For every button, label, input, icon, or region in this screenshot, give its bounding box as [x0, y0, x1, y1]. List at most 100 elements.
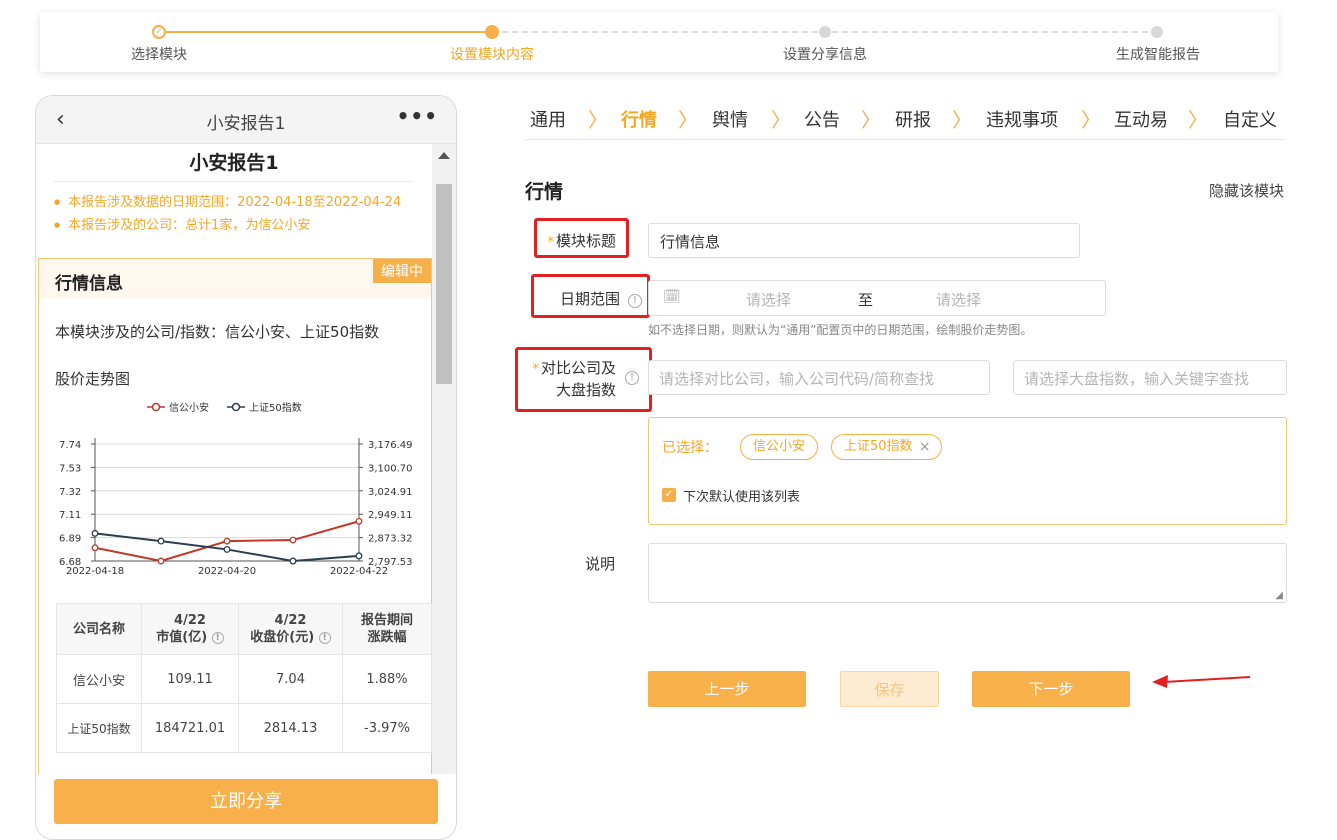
market-index-input[interactable]: 请选择大盘指数，输入关键字查找 [1013, 360, 1287, 395]
next-step-button[interactable]: 下一步 [972, 671, 1130, 707]
divider [54, 181, 414, 182]
resize-handle-icon[interactable]: ◢ [1275, 590, 1283, 601]
legend-marker [151, 402, 161, 412]
data-point [289, 557, 297, 565]
section-title: 行情 [525, 181, 564, 203]
module-header: 行情信息 编辑中 [39, 259, 431, 299]
table-row: 上证50指数 184721.01 2814.13 -3.97% [56, 703, 432, 753]
step-connector-done [158, 31, 492, 33]
phone-nav-title: 小安报告1 [206, 114, 286, 134]
scroll-up-arrow-icon[interactable] [438, 152, 450, 159]
cell-change: 1.88% [342, 654, 432, 704]
tab-custom[interactable]: 自定义 [1223, 106, 1277, 132]
x-tick-label: 2022-04-18 [66, 566, 124, 577]
legend-label: 信公小安 [169, 401, 209, 414]
x-tick-label: 2022-04-20 [198, 566, 256, 577]
y-left-tick-label: 7.53 [59, 463, 81, 474]
tab-market[interactable]: 行情 [621, 106, 657, 132]
chevron-right-icon: 〉 [861, 108, 881, 132]
report-date-range-note: 本报告涉及数据的日期范围：2022-04-18至2022-04-24 [54, 191, 401, 210]
chevron-right-icon: 〉 [678, 108, 698, 132]
legend-label: 上证50指数 [249, 401, 302, 414]
cell-market-cap: 109.11 [141, 654, 239, 704]
tab-general[interactable]: 通用 [530, 106, 566, 132]
tab-sentiment[interactable]: 舆情 [712, 106, 748, 132]
step-todo-dot [1151, 26, 1163, 38]
tab-violations[interactable]: 违规事项 [986, 106, 1058, 132]
market-module-card[interactable]: 行情信息 编辑中 本模块涉及的公司/指数：信公小安、上证50指数 股价走势图 信… [38, 258, 432, 774]
step-todo-dot [819, 26, 831, 38]
chevron-right-icon: 〉 [1188, 108, 1208, 132]
info-icon[interactable]: ! [318, 632, 331, 644]
data-point [289, 536, 297, 544]
phone-preview: ‹ 小安报告1 ••• 小安报告1 本报告涉及数据的日期范围：2022-04-1… [35, 95, 457, 840]
table-header-row: 公司名称 4/22 市值(亿) ! 4/22 收盘价(元) ! 报告期间 涨跌幅 [56, 603, 432, 655]
y-right-tick-label: 3,176.49 [368, 440, 413, 451]
date-hint: 如不选择日期，则默认为“通用”配置页中的日期范围，绘制股价走势图。 [648, 323, 1033, 337]
phone-scrollbar[interactable] [432, 144, 456, 774]
col-header-market-cap: 4/22 市值(亿) ! [141, 603, 239, 655]
date-range-picker[interactable]: 🗓 请选择 至 请选择 [648, 280, 1106, 316]
more-dots-icon[interactable]: ••• [397, 104, 438, 128]
tab-interaction[interactable]: 互动易 [1114, 106, 1168, 132]
cell-company: 上证50指数 [56, 703, 142, 753]
step-label-select-module[interactable]: 选择模块 [79, 44, 239, 64]
y-right-tick-label: 3,024.91 [368, 487, 413, 498]
cell-company: 信公小安 [56, 654, 142, 704]
editing-badge: 编辑中 [373, 259, 431, 283]
module-name: 行情信息 [55, 274, 123, 294]
quote-table: 公司名称 4/22 市值(亿) ! 4/22 收盘价(元) ! 报告期间 涨跌幅 信公… [56, 603, 432, 753]
table-row: 信公小安 109.11 7.04 1.88% [56, 654, 432, 704]
cell-change: -3.97% [342, 703, 432, 753]
module-title-label: * 模块标题 [547, 232, 616, 250]
phone-scroll-content[interactable]: 小安报告1 本报告涉及数据的日期范围：2022-04-18至2022-04-24… [36, 144, 432, 774]
col-header-close-price: 4/22 收盘价(元) ! [238, 603, 343, 655]
share-now-button[interactable]: 立即分享 [54, 779, 438, 824]
stock-trend-chart: 信公小安 上证50指数 7.74 3,176.49 7.53 3,100.70 7.32 3,… [59, 401, 413, 577]
chip-index[interactable]: 上证50指数 × [831, 434, 942, 460]
info-icon[interactable]: ! [628, 294, 642, 308]
hide-module-link[interactable]: 隐藏该模块 [1209, 180, 1284, 201]
chart-caption: 股价走势图 [55, 370, 131, 388]
chip-company[interactable]: 信公小安 [740, 434, 819, 460]
note-textarea[interactable]: ◢ [648, 543, 1287, 603]
data-point [91, 529, 99, 537]
calendar-icon: 🗓 [663, 289, 681, 305]
chevron-right-icon: 〉 [1081, 108, 1101, 132]
legend-marker [231, 402, 241, 412]
y-right-tick-label: 3,100.70 [368, 463, 413, 474]
data-point [157, 537, 165, 545]
data-point [91, 544, 99, 552]
default-list-label[interactable]: 下次默认使用该列表 [683, 486, 800, 505]
phone-nav-bar: ‹ 小安报告1 ••• [36, 96, 456, 144]
compare-company-input[interactable]: 请选择对比公司，输入公司代码/简称查找 [648, 360, 990, 395]
step-label-share-info[interactable]: 设置分享信息 [745, 44, 905, 64]
step-label-module-content[interactable]: 设置模块内容 [412, 44, 572, 64]
tab-announcement[interactable]: 公告 [804, 106, 840, 132]
date-start-input[interactable]: 请选择 [746, 289, 791, 310]
chevron-right-icon: 〉 [952, 108, 972, 132]
chevron-right-icon: 〉 [771, 108, 791, 132]
info-icon[interactable]: ! [211, 632, 224, 644]
col-header-company: 公司名称 [56, 603, 142, 655]
col-header-change: 报告期间 涨跌幅 [342, 603, 432, 655]
data-point [355, 517, 363, 525]
module-title-input[interactable]: 行情信息 [648, 223, 1080, 258]
module-tabs: 通用 〉 行情 〉 舆情 〉 公告 〉 研报 〉 违规事项 〉 互动易 〉 自定… [525, 96, 1285, 140]
selected-label: 已选择： [662, 440, 718, 456]
data-point [223, 537, 231, 545]
y-left-tick-label: 7.11 [59, 510, 81, 521]
cell-close-price: 2814.13 [238, 703, 343, 753]
save-button[interactable]: 保存 [840, 671, 939, 707]
date-separator: 至 [858, 291, 874, 309]
date-end-input[interactable]: 请选择 [936, 289, 981, 310]
step-active-dot [485, 25, 499, 39]
prev-step-button[interactable]: 上一步 [648, 671, 806, 707]
default-list-checkbox[interactable]: ✓ [662, 488, 676, 502]
data-point [223, 545, 231, 553]
scroll-thumb[interactable] [436, 184, 452, 384]
tab-research[interactable]: 研报 [895, 106, 931, 132]
close-icon[interactable]: × [919, 435, 931, 459]
info-icon[interactable]: ! [625, 371, 639, 385]
step-label-generate-report[interactable]: 生成智能报告 [1078, 44, 1238, 64]
